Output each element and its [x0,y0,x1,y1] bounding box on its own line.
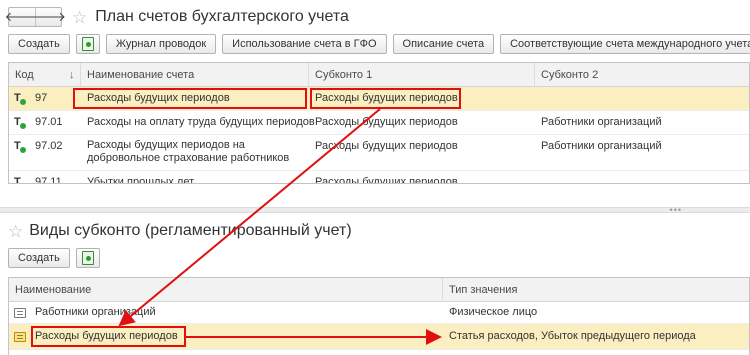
account-icon: T [14,92,26,106]
journal-button[interactable]: Журнал проводок [105,34,217,54]
highlight-subconto1 [310,88,461,109]
col-name[interactable]: Наименование счета [81,63,309,87]
table-row[interactable]: Работники организаций Физическое лицо [9,302,749,324]
create-button[interactable]: Создать [8,248,70,268]
col-name[interactable]: Наименование [9,278,443,302]
highlight-subconto-type [31,326,186,347]
bottom-toolbar: Создать [8,248,100,268]
account-icon: T [14,176,26,183]
table-header: Наименование Тип значения [9,278,749,302]
nav-buttons: 🡐 🡒 [5,7,66,27]
add-from-template-button[interactable] [75,34,100,54]
highlight-account-name [73,88,307,109]
top-toolbar: Создать Журнал проводок Использование сч… [8,34,750,54]
table-header: Код ↓ Наименование счета Субконто 1 Субко… [9,63,749,87]
account-icon: T [14,140,26,154]
col-code[interactable]: Код ↓ [9,63,81,87]
page-title: План счетов бухгалтерского учета [95,8,349,25]
top-title-bar: 🡐 🡒 ☆ План счетов бухгалтерского учета [5,6,349,28]
col-value-type[interactable]: Тип значения [443,278,749,302]
add-from-template-button[interactable] [75,248,100,268]
arrow-right-icon: 🡒 [31,9,66,24]
create-button[interactable]: Создать [8,34,70,54]
document-add-icon [81,251,94,265]
table-row[interactable]: T 97.11 Убытки прошлых лет Расходы будущ… [9,171,749,183]
account-icon: T [14,116,26,130]
sort-desc-icon: ↓ [69,69,75,81]
catalog-item-icon [14,332,26,342]
col-subconto1[interactable]: Субконто 1 [309,63,535,87]
table-row[interactable]: T 97.02 Расходы будущих периодов на добр… [9,135,749,171]
catalog-item-icon [14,308,26,318]
document-add-icon [81,37,94,51]
table-row[interactable]: T 97.01 Расходы на оплату труда будущих … [9,111,749,135]
account-description-button[interactable]: Описание счета [392,34,495,54]
bottom-title-bar: ☆ Виды субконто (регламентированный учет… [8,220,352,242]
col-subconto2[interactable]: Субконто 2 [535,63,749,87]
forward-button[interactable]: 🡒 [31,8,66,26]
account-usage-button[interactable]: Использование счета в ГФО [222,34,387,54]
page-title: Виды субконто (регламентированный учет) [29,222,352,239]
accounts-table: Код ↓ Наименование счета Субконто 1 Субко… [8,62,750,184]
favorite-star-icon[interactable]: ☆ [8,223,23,240]
favorite-star-icon[interactable]: ☆ [72,9,87,26]
panel-splitter[interactable]: ••• [0,206,750,215]
intl-accounts-button[interactable]: Соответствующие счета международного уче… [500,34,750,54]
